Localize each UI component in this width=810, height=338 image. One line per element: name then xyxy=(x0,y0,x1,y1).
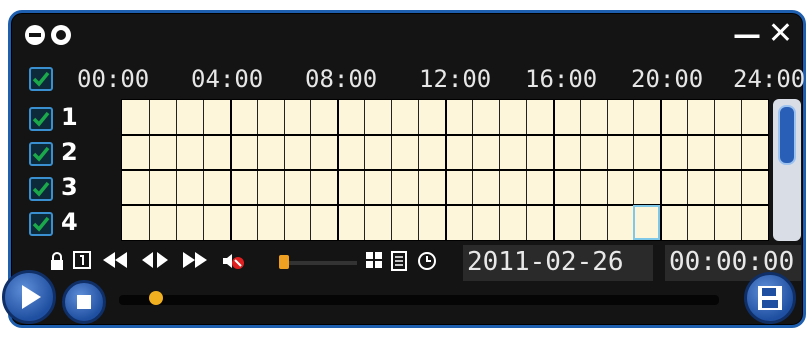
stop-icon xyxy=(77,295,91,309)
mute-icon[interactable] xyxy=(221,251,245,274)
step-icon[interactable] xyxy=(141,251,169,272)
playback-progress-track[interactable] xyxy=(119,295,719,305)
grid-row-line xyxy=(122,169,768,171)
channel-label: 3 xyxy=(61,173,78,201)
channel-label: 1 xyxy=(61,103,78,131)
playback-progress-knob[interactable] xyxy=(149,291,163,305)
playback-toolbar: 2011-02-26 00:00:00 xyxy=(25,245,805,281)
channel-row: 4 xyxy=(25,208,125,242)
select-all-checkbox[interactable] xyxy=(29,67,53,91)
list-icon[interactable] xyxy=(391,251,407,274)
check-icon xyxy=(32,146,50,162)
volume-track[interactable] xyxy=(287,261,357,265)
hour-label: 00:00 xyxy=(77,65,150,93)
save-button[interactable] xyxy=(744,272,796,324)
channel-checkbox[interactable] xyxy=(29,177,53,201)
check-icon xyxy=(32,111,50,127)
layout-icon[interactable] xyxy=(365,251,383,272)
playback-window: — ✕ 00:00 04:00 08:00 12:00 16:00 20:00 … xyxy=(8,10,806,328)
channel-label: 2 xyxy=(61,138,78,166)
channel-row: 2 xyxy=(25,138,125,172)
channel-checkbox[interactable] xyxy=(29,212,53,236)
rewind-icon[interactable] xyxy=(101,251,129,272)
channel-row: 1 xyxy=(25,103,125,137)
minimize-button[interactable]: — xyxy=(733,21,761,49)
check-icon xyxy=(32,216,50,232)
date-field[interactable]: 2011-02-26 xyxy=(463,245,653,281)
play-icon xyxy=(22,285,41,309)
play-button[interactable] xyxy=(2,270,56,324)
time-header: 00:00 04:00 08:00 12:00 16:00 20:00 24:0… xyxy=(25,63,805,97)
stop-button[interactable] xyxy=(62,280,106,324)
volume-slider[interactable] xyxy=(279,255,289,269)
hour-label: 08:00 xyxy=(305,65,378,93)
schedule-grid[interactable] xyxy=(121,99,769,241)
scrollbar-thumb[interactable] xyxy=(778,105,796,165)
hour-label: 24:00 xyxy=(733,65,806,93)
channel-checkbox[interactable] xyxy=(29,107,53,131)
hour-label: 04:00 xyxy=(191,65,264,93)
floppy-disk-icon xyxy=(758,286,782,310)
channel-checkbox[interactable] xyxy=(29,142,53,166)
one-frame-icon[interactable] xyxy=(73,251,91,272)
selected-grid-cell[interactable] xyxy=(633,205,661,240)
title-bar: — ✕ xyxy=(11,13,803,57)
vertical-scrollbar[interactable] xyxy=(773,99,801,241)
ring-circle-icon[interactable] xyxy=(51,25,71,45)
grid-row-line xyxy=(122,134,768,136)
hour-label: 16:00 xyxy=(525,65,598,93)
close-button[interactable]: ✕ xyxy=(768,19,793,49)
hour-label: 12:00 xyxy=(419,65,492,93)
channel-list: 1 2 3 4 xyxy=(25,101,125,241)
clock-icon[interactable] xyxy=(417,251,437,274)
check-icon xyxy=(32,181,50,197)
channel-label: 4 xyxy=(61,208,78,236)
check-icon xyxy=(32,71,50,87)
channel-row: 3 xyxy=(25,173,125,207)
hour-label: 20:00 xyxy=(631,65,704,93)
minus-circle-icon[interactable] xyxy=(25,25,45,45)
fast-forward-icon[interactable] xyxy=(181,251,209,272)
lock-icon[interactable] xyxy=(49,251,65,274)
grid-row-line xyxy=(122,204,768,206)
